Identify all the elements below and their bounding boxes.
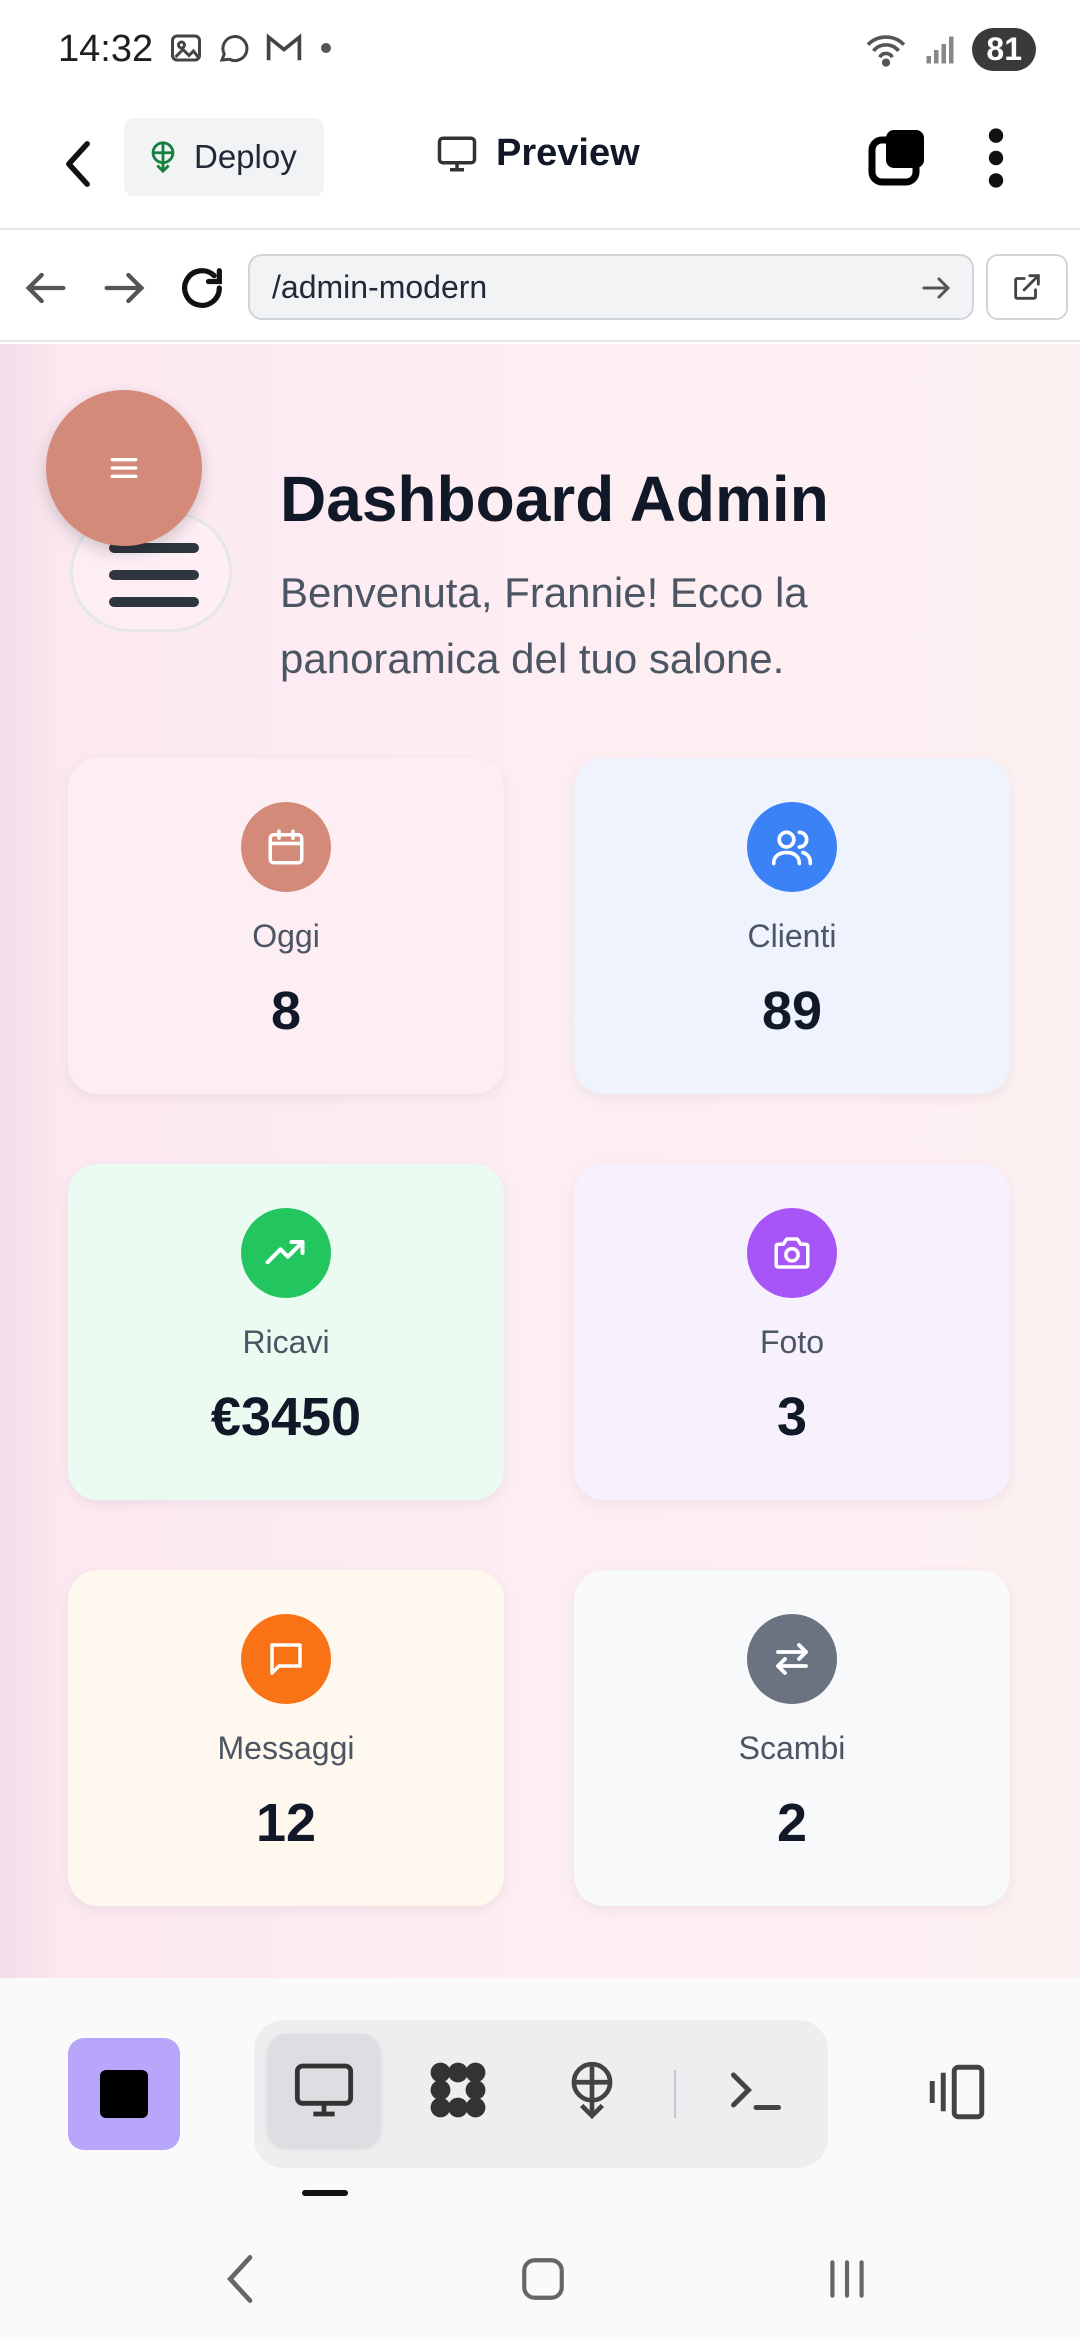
stat-label: Ricavi bbox=[242, 1324, 330, 1360]
swap-icon bbox=[776, 1643, 808, 1675]
dot-icon bbox=[321, 43, 331, 53]
open-external-button[interactable] bbox=[986, 254, 1068, 320]
stat-value: 89 bbox=[761, 981, 823, 1041]
app-header: Deploy Preview bbox=[0, 100, 1080, 230]
stop-button[interactable] bbox=[68, 2038, 180, 2150]
preview-title: Preview bbox=[436, 132, 640, 175]
menu-bar-line bbox=[109, 570, 199, 580]
deploy-icon bbox=[571, 2061, 613, 2120]
terminal-icon bbox=[731, 2072, 781, 2110]
browser-back-icon[interactable] bbox=[20, 262, 72, 314]
tool-group bbox=[254, 2020, 828, 2168]
stat-label: Scambi bbox=[738, 1730, 846, 1766]
wifi-icon bbox=[867, 34, 906, 67]
gallery-icon bbox=[171, 34, 201, 62]
hamburger-icon bbox=[110, 458, 138, 478]
preview-label: Preview bbox=[496, 132, 640, 174]
go-arrow-icon[interactable] bbox=[918, 270, 954, 306]
tool-workspace[interactable] bbox=[402, 2034, 514, 2146]
home-square-icon bbox=[522, 2258, 564, 2300]
tool-deploy[interactable] bbox=[536, 2034, 648, 2146]
system-icons: 81 bbox=[864, 28, 1036, 71]
notification-icons bbox=[168, 30, 336, 66]
back-arrow-icon[interactable] bbox=[56, 136, 100, 192]
url-input[interactable]: /admin-modern bbox=[248, 254, 974, 320]
device-icon bbox=[929, 2064, 985, 2120]
deploy-button[interactable]: Deploy bbox=[124, 118, 324, 196]
page-subtitle: Benvenuta, Frannie! Ecco la panoramica d… bbox=[280, 569, 808, 682]
stat-icon-circle bbox=[747, 1208, 837, 1298]
stat-icon-circle bbox=[747, 802, 837, 892]
tool-preview[interactable] bbox=[268, 2034, 380, 2146]
users-icon bbox=[771, 830, 813, 866]
stat-card-foto[interactable]: Foto 3 bbox=[574, 1164, 1010, 1500]
stop-icon bbox=[100, 2070, 148, 2118]
stat-label: Messaggi bbox=[217, 1730, 355, 1766]
system-back-button[interactable] bbox=[206, 2244, 276, 2314]
stat-value: €3450 bbox=[210, 1387, 362, 1447]
system-recents-button[interactable] bbox=[812, 2244, 882, 2314]
calendar-icon bbox=[268, 829, 304, 865]
stat-card-messaggi[interactable]: Messaggi 12 bbox=[68, 1570, 504, 1906]
tabs-icon[interactable] bbox=[866, 128, 926, 188]
stat-card-clienti[interactable]: Clienti 89 bbox=[574, 758, 1010, 1094]
flower-icon bbox=[430, 2062, 486, 2118]
page-title: Dashboard Admin bbox=[280, 463, 829, 535]
more-options-icon[interactable] bbox=[982, 126, 1010, 190]
menu-fab-button[interactable] bbox=[46, 390, 202, 546]
deploy-icon bbox=[151, 141, 175, 174]
system-home-button[interactable] bbox=[508, 2244, 578, 2314]
status-bar: 14:32 81 bbox=[0, 0, 1080, 100]
status-time: 14:32 bbox=[58, 28, 154, 70]
stat-value: 2 bbox=[776, 1793, 808, 1853]
deploy-label: Deploy bbox=[194, 138, 297, 175]
signal-icon bbox=[926, 36, 954, 63]
device-toggle-button[interactable] bbox=[922, 2042, 992, 2142]
system-navigation-bar bbox=[0, 2210, 1080, 2340]
stat-label: Foto bbox=[759, 1324, 825, 1360]
stat-card-ricavi[interactable]: Ricavi €3450 bbox=[68, 1164, 504, 1500]
stat-label: Oggi bbox=[252, 918, 320, 954]
recents-icon bbox=[830, 2260, 864, 2298]
stat-icon-circle bbox=[241, 1614, 331, 1704]
tool-terminal[interactable] bbox=[700, 2034, 812, 2146]
monitor-icon bbox=[437, 136, 477, 171]
active-tool-indicator bbox=[302, 2190, 348, 2196]
stat-card-scambi[interactable]: Scambi 2 bbox=[574, 1570, 1010, 1906]
url-text: /admin-modern bbox=[272, 268, 488, 305]
stat-card-oggi[interactable]: Oggi 8 bbox=[68, 758, 504, 1094]
toolbar-divider bbox=[674, 2070, 676, 2118]
stat-icon-circle bbox=[241, 802, 331, 892]
menu-bar-line bbox=[109, 597, 199, 607]
monitor-icon bbox=[294, 2063, 354, 2117]
stat-icon-circle bbox=[241, 1208, 331, 1298]
bottom-toolbar bbox=[0, 1978, 1080, 2210]
gmail-icon bbox=[266, 33, 302, 61]
stat-label: Clienti bbox=[747, 918, 837, 954]
stat-icon-circle bbox=[747, 1614, 837, 1704]
trending-up-icon bbox=[265, 1239, 305, 1265]
reload-icon[interactable] bbox=[176, 262, 228, 314]
browser-bar: /admin-modern bbox=[0, 232, 1080, 342]
external-link-icon bbox=[1014, 274, 1040, 300]
browser-forward-icon[interactable] bbox=[98, 262, 150, 314]
stat-value: 12 bbox=[255, 1793, 317, 1853]
back-chevron-icon bbox=[227, 2255, 253, 2303]
stat-value: 3 bbox=[776, 1387, 808, 1447]
camera-icon bbox=[774, 1237, 810, 1269]
whatsapp-icon bbox=[219, 35, 249, 63]
dashboard-content: Dashboard Admin Benvenuta, Frannie! Ecco… bbox=[0, 344, 1080, 1978]
battery-indicator: 81 bbox=[972, 28, 1036, 71]
stat-value: 8 bbox=[270, 981, 302, 1041]
message-icon bbox=[270, 1643, 302, 1675]
